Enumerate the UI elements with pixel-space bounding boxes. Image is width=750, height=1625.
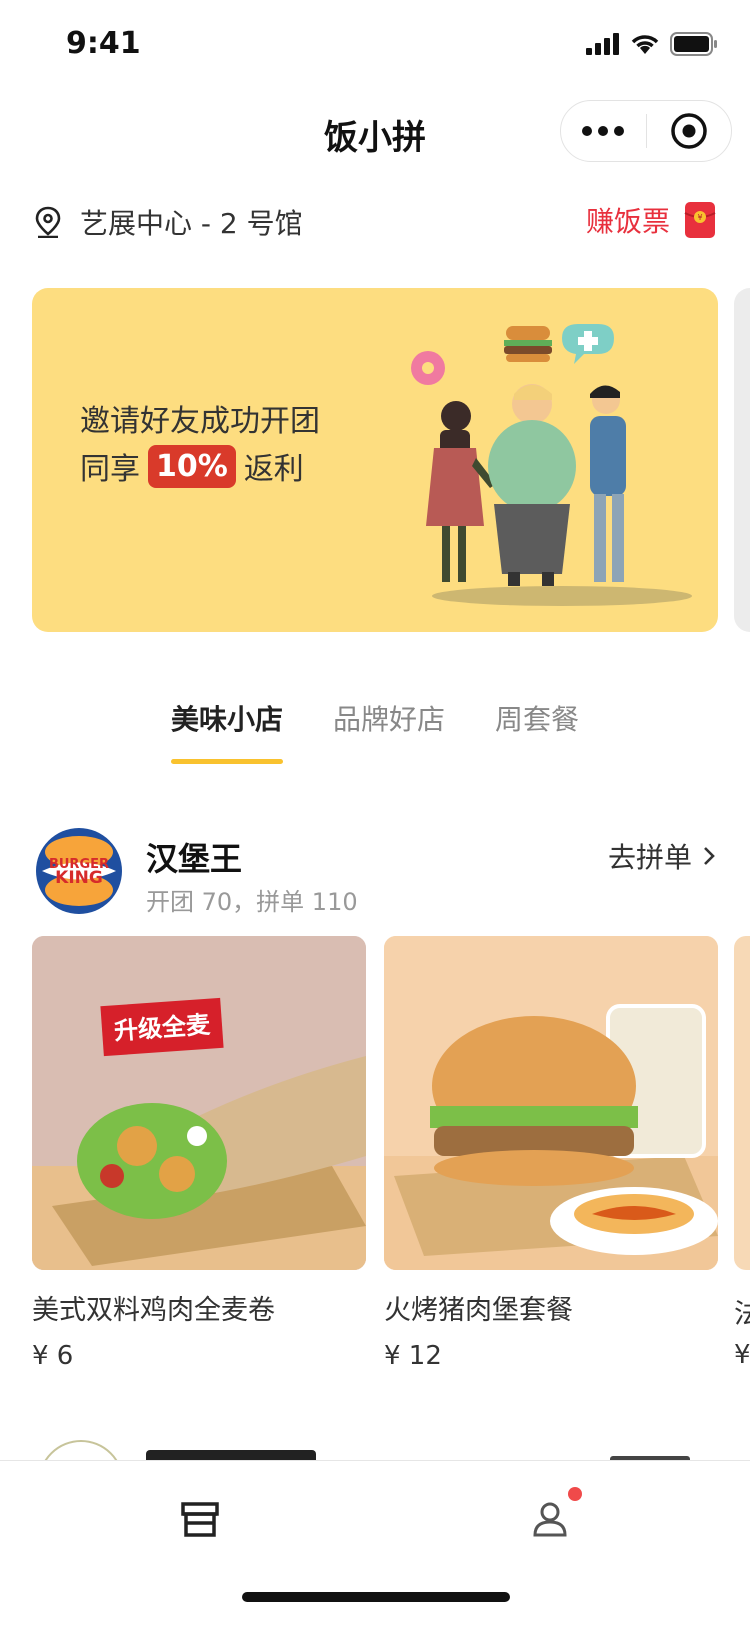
store-stats: 开团 70，拼单 110 xyxy=(146,888,358,916)
banner-line2-suffix: 返利 xyxy=(243,452,304,487)
wifi-icon xyxy=(631,35,659,54)
home-indicator xyxy=(242,1592,510,1602)
go-group-order-button[interactable]: 去拼单 xyxy=(608,836,716,876)
product-price: ¥ 6 xyxy=(32,1341,74,1371)
tab-profile[interactable] xyxy=(520,1487,582,1549)
promo-banner[interactable]: 邀请好友成功开团 同享 10% 返利 xyxy=(32,288,718,632)
tab-shops[interactable] xyxy=(170,1489,230,1549)
burger-king-logo: BURGER KING xyxy=(36,828,122,914)
burger-meal-illustration xyxy=(384,936,718,1270)
location-selector[interactable]: 艺展中心 - 2 号馆 xyxy=(34,202,303,242)
close-target-icon xyxy=(671,113,707,149)
wrap-illustration: 升级全麦 xyxy=(32,936,366,1270)
status-time: 9:41 xyxy=(66,26,141,61)
close-button[interactable] xyxy=(647,101,732,161)
location-text: 艺展中心 - 2 号馆 xyxy=(80,207,303,240)
chevron-right-icon xyxy=(704,847,715,865)
signal-icon xyxy=(586,33,619,55)
go-label: 去拼单 xyxy=(607,841,692,874)
product-card-peek[interactable] xyxy=(734,936,750,1270)
product-name: 火烤猪肉堡套餐 xyxy=(384,1295,573,1326)
red-envelope-icon: ¥ xyxy=(684,202,716,238)
product-image xyxy=(384,936,718,1270)
banner-rebate-badge: 10% xyxy=(148,444,236,488)
mini-program-capsule xyxy=(560,100,732,162)
product-card[interactable]: 火烤猪肉堡套餐 ¥ 12 xyxy=(384,936,718,1371)
product-price-peek: ¥ xyxy=(734,1340,750,1370)
product-image: 升级全麦 xyxy=(32,936,366,1270)
product-name-peek: 法 xyxy=(734,1299,750,1330)
store-name: 汉堡王 xyxy=(146,840,243,878)
tab-brand-shops[interactable]: 品牌好店 xyxy=(333,698,445,764)
tab-tasty-shops[interactable]: 美味小店 xyxy=(170,698,284,764)
more-dots-icon xyxy=(582,126,625,136)
status-icons xyxy=(586,32,718,56)
svg-text:¥: ¥ xyxy=(697,213,702,222)
product-name: 美式双料鸡肉全麦卷 xyxy=(32,1295,275,1326)
earn-tickets-button[interactable]: 赚饭票 ¥ xyxy=(586,200,716,240)
user-icon xyxy=(533,1502,567,1537)
banner-line1: 邀请好友成功开团 xyxy=(80,404,320,439)
next-banner-peek[interactable] xyxy=(734,288,750,632)
tab-weekly-meals[interactable]: 周套餐 xyxy=(495,698,579,764)
battery-icon xyxy=(670,32,717,56)
store-icon xyxy=(181,1502,219,1537)
friends-illustration xyxy=(411,324,692,606)
category-tabs: 美味小店 品牌好店 周套餐 xyxy=(0,698,750,764)
location-pin-icon xyxy=(35,206,61,238)
product-card[interactable]: 升级全麦 美式双料鸡肉全麦卷 ¥ 6 xyxy=(32,936,366,1371)
banner-line2-prefix: 同享 xyxy=(80,452,140,487)
notification-dot xyxy=(568,1487,582,1501)
product-price: ¥ 12 xyxy=(384,1341,442,1371)
more-button[interactable] xyxy=(561,101,646,161)
banner-line2: 同享 10% 返利 xyxy=(80,444,304,488)
svg-text:KING: KING xyxy=(55,868,103,888)
earn-label: 赚饭票 xyxy=(585,205,670,238)
